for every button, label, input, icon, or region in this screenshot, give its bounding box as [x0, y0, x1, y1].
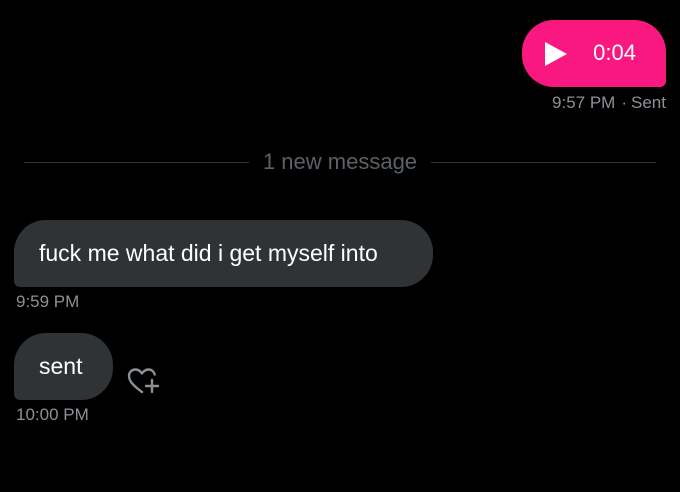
incoming-message-bubble[interactable]: sent [14, 333, 113, 400]
voice-duration: 0:04 [593, 40, 636, 65]
play-icon[interactable] [544, 41, 568, 67]
voice-message-bubble[interactable]: 0:04 [522, 20, 666, 87]
message-time: 9:57 PM [552, 93, 616, 112]
message-text: fuck me what did i get myself into [39, 240, 378, 266]
message-time: 9:59 PM [16, 292, 80, 311]
conversation-view: 0:04 9:57 PM · Sent 1 new message fuck me … [0, 0, 680, 492]
heart-plus-icon[interactable] [126, 366, 160, 396]
message-status: Sent [631, 93, 666, 112]
outgoing-message-meta: 9:57 PM · Sent [552, 93, 666, 113]
new-message-divider: 1 new message [24, 148, 656, 176]
message-time: 10:00 PM [16, 405, 89, 424]
divider-line-right [431, 161, 656, 163]
new-message-label: 1 new message [262, 149, 418, 174]
incoming-message-bubble[interactable]: fuck me what did i get myself into [14, 220, 433, 287]
message-text: sent [39, 353, 83, 379]
meta-separator: · [621, 93, 628, 112]
divider-line-left [24, 161, 249, 163]
